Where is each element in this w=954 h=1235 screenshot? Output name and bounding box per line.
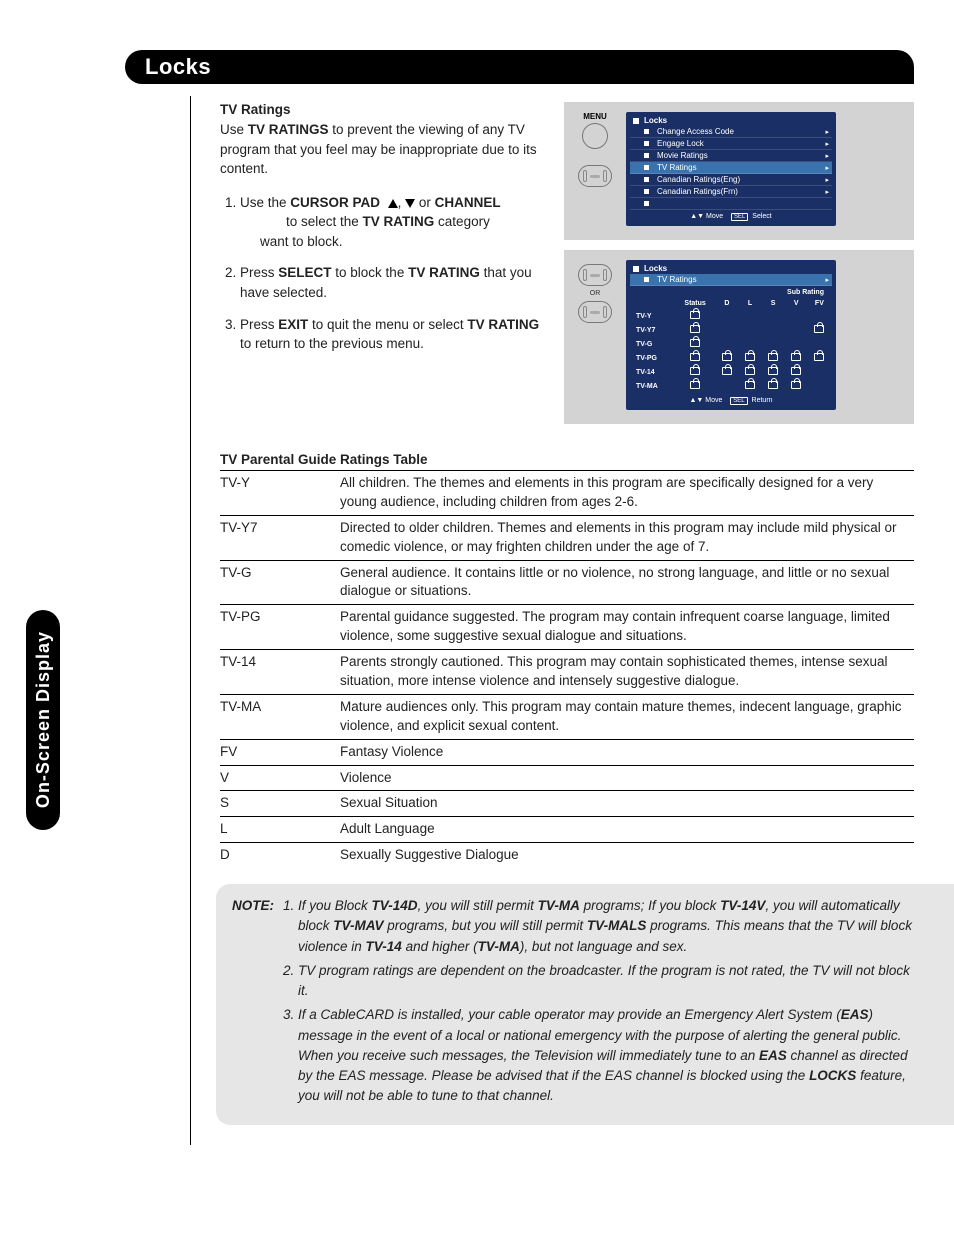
step-1: Use the CURSOR PAD , or CHANNEL to selec…: [240, 193, 546, 252]
table-row: TV-YAll children. The themes and element…: [220, 471, 914, 516]
ratings-table-title: TV Parental Guide Ratings Table: [220, 452, 914, 467]
intro-paragraph: Use TV RATINGS to prevent the viewing of…: [220, 120, 546, 179]
table-row: VViolence: [220, 765, 914, 791]
osd-title: Locks: [630, 115, 832, 126]
menu-button-label: MENU: [574, 112, 616, 121]
table-row: TV-Y7Directed to older children. Themes …: [220, 515, 914, 560]
osd-panel-menu: MENU Locks Change Access Code▸ Engage Lo…: [564, 102, 914, 240]
arrow-up-icon: [388, 199, 398, 208]
lock-icon: [690, 311, 700, 319]
section-header: Locks: [125, 50, 914, 84]
table-row: TV-GGeneral audience. It contains little…: [220, 560, 914, 605]
steps-list: Use the CURSOR PAD , or CHANNEL to selec…: [220, 193, 546, 354]
osd-panel-tvratings: OR Locks TV Ratings▸ Sub Rating Status D…: [564, 250, 914, 424]
step-3: Press EXIT to quit the menu or select TV…: [240, 315, 546, 354]
table-row: LAdult Language: [220, 817, 914, 843]
table-row: TV-14Parents strongly cautioned. This pr…: [220, 650, 914, 695]
subsection-title: TV Ratings: [220, 102, 546, 117]
menu-button-icon: [582, 123, 608, 149]
osd-screen-tvratings: Locks TV Ratings▸ Sub Rating Status DLSV…: [626, 260, 836, 410]
arrow-down-icon: [405, 199, 415, 208]
note-box: NOTE: If you Block TV-14D, you will stil…: [216, 884, 954, 1125]
table-row: TV-PGParental guidance suggested. The pr…: [220, 605, 914, 650]
table-row: SSexual Situation: [220, 791, 914, 817]
ratings-table: TV-YAll children. The themes and element…: [220, 470, 914, 868]
or-label: OR: [574, 290, 616, 297]
note-label: NOTE:: [232, 898, 274, 913]
note-1: If you Block TV-14D, you will still perm…: [298, 896, 914, 957]
osd-screen-locks: Locks Change Access Code▸ Engage Lock▸ M…: [626, 112, 836, 226]
note-3: If a CableCARD is installed, your cable …: [298, 1005, 914, 1106]
table-row: DSexually Suggestive Dialogue: [220, 843, 914, 868]
table-row: TV-MAMature audiences only. This program…: [220, 694, 914, 739]
cursor-pad-icon: [578, 165, 612, 187]
step-2: Press SELECT to block the TV RATING that…: [240, 263, 546, 302]
vertical-divider: [190, 96, 191, 1145]
cursor-pad-icon: [578, 264, 612, 286]
side-tab: On-Screen Display: [26, 610, 60, 830]
sub-rating-grid: Sub Rating Status DLSVFV TV-Y TV-Y7 TV-G…: [630, 286, 832, 394]
table-row: FVFantasy Violence: [220, 739, 914, 765]
side-tab-label: On-Screen Display: [33, 631, 54, 808]
note-2: TV program ratings are dependent on the …: [298, 961, 914, 1002]
cursor-pad-icon: [578, 301, 612, 323]
section-title: Locks: [145, 54, 211, 80]
